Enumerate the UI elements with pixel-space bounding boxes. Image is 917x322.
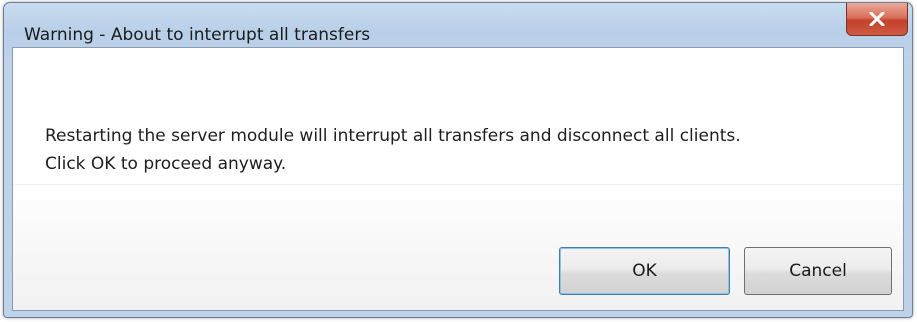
- button-bar: OK Cancel: [13, 184, 903, 310]
- dialog-content: Restarting the server module will interr…: [12, 47, 904, 311]
- title-bar[interactable]: Warning - About to interrupt all transfe…: [4, 3, 912, 45]
- cancel-button[interactable]: Cancel: [744, 247, 892, 295]
- close-button[interactable]: [846, 3, 908, 36]
- message-line-1: Restarting the server module will interr…: [45, 126, 741, 146]
- message-line-2: Click OK to proceed anyway.: [45, 154, 287, 174]
- warning-dialog: Warning - About to interrupt all transfe…: [3, 2, 913, 318]
- warning-message: Restarting the server module will interr…: [45, 122, 741, 178]
- dialog-title: Warning - About to interrupt all transfe…: [24, 25, 371, 45]
- ok-button[interactable]: OK: [559, 247, 730, 295]
- close-icon: [869, 12, 885, 26]
